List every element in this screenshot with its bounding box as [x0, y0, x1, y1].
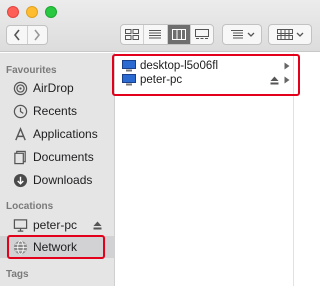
group-lines-icon: [230, 30, 243, 39]
list-view-button[interactable]: [143, 25, 166, 44]
navigation-buttons: [6, 25, 48, 45]
columns-icon: [171, 29, 186, 40]
minimize-window-button[interactable]: [26, 6, 38, 18]
back-button[interactable]: [7, 26, 27, 44]
chevron-right-icon: [34, 29, 41, 41]
finder-window: Favourites AirDrop Recents Applications …: [0, 0, 320, 286]
chevron-left-icon: [13, 29, 20, 41]
close-window-button[interactable]: [7, 6, 19, 18]
locations-section-title: Locations: [6, 201, 54, 212]
column-view-button[interactable]: [166, 25, 190, 44]
downloads-icon: [12, 172, 28, 188]
sidebar-item-label: Applications: [33, 127, 98, 141]
sidebar-item-documents[interactable]: Documents: [0, 146, 114, 168]
grid-icon: [125, 29, 140, 40]
tags-section-title: Tags: [6, 269, 29, 280]
toolbar: [0, 0, 320, 52]
chevron-down-icon: [247, 32, 254, 37]
grid-dots-icon: [276, 29, 293, 40]
chevron-down-icon: [296, 32, 303, 37]
airdrop-icon: [12, 80, 28, 96]
zoom-window-button[interactable]: [45, 6, 57, 18]
group-by-dropdown[interactable]: [222, 24, 262, 45]
sidebar-item-recents[interactable]: Recents: [0, 100, 114, 122]
list-icon: [149, 30, 162, 39]
applications-icon: [12, 126, 28, 142]
clock-icon: [12, 103, 28, 119]
sidebar-item-label: peter-pc: [33, 218, 78, 232]
gallery-view-button[interactable]: [189, 25, 213, 44]
sidebar-item-label: Downloads: [33, 173, 93, 187]
action-dropdown[interactable]: [268, 24, 312, 45]
content-highlight-box: [112, 54, 300, 96]
sidebar-item-label: AirDrop: [33, 81, 74, 95]
sidebar-item-peter-pc[interactable]: peter-pc: [0, 214, 114, 236]
computer-icon: [12, 217, 28, 233]
sidebar-item-airdrop[interactable]: AirDrop: [0, 77, 114, 99]
forward-button[interactable]: [26, 26, 48, 44]
documents-icon: [12, 149, 28, 165]
favourites-section-title: Favourites: [6, 65, 57, 76]
icon-view-button[interactable]: [121, 25, 143, 44]
view-mode-selector: [120, 24, 214, 45]
sidebar-item-applications[interactable]: Applications: [0, 123, 114, 145]
sidebar-item-label: Recents: [33, 104, 78, 118]
sidebar-item-label: Documents: [33, 150, 94, 164]
sidebar-item-downloads[interactable]: Downloads: [0, 169, 114, 191]
network-highlight-box: [7, 235, 105, 259]
eject-icon[interactable]: [93, 221, 102, 230]
gallery-icon: [194, 29, 209, 39]
